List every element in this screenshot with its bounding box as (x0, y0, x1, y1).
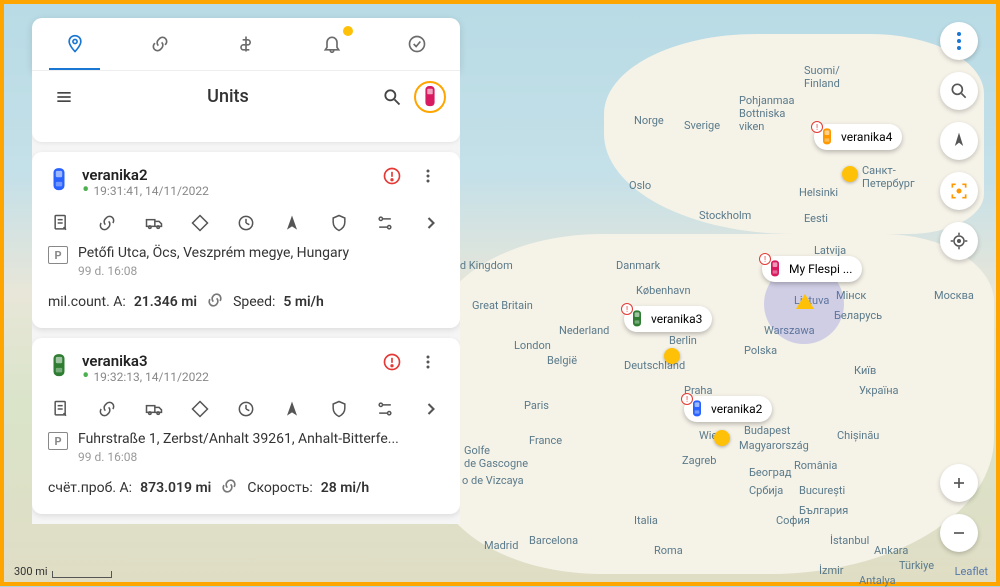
tab-status[interactable] (374, 18, 460, 70)
alert-badge-icon: ! (621, 303, 633, 315)
point-marker (842, 166, 858, 182)
zoom-out-button[interactable] (940, 514, 978, 552)
marker-label: veranika3 (651, 312, 702, 326)
settings-icon[interactable] (374, 398, 396, 420)
action-row (48, 398, 444, 420)
tab-tracking[interactable] (32, 18, 118, 70)
report-icon[interactable] (50, 212, 72, 234)
point-marker (714, 430, 730, 446)
link-icon (219, 476, 239, 500)
unit-card[interactable]: veranika3 19:32:13, 14/11/2022 P Fuhrstr… (32, 338, 460, 514)
stat-label: счёт.проб. A: (48, 480, 132, 496)
map-fit-button[interactable] (940, 172, 978, 210)
stat-label: Скорость: (247, 480, 312, 496)
tab-notifications[interactable] (289, 18, 375, 70)
map-unit-marker[interactable]: ! veranika3 (624, 306, 712, 332)
unit-duration: 99 d. 16:08 (78, 450, 399, 464)
marker-label: My Flespi ... (789, 262, 852, 276)
panel-title: Units (82, 86, 374, 107)
unit-address: Petőfi Utca, Öcs, Veszprém megye, Hungar… (78, 244, 349, 262)
map-controls-top (940, 22, 978, 260)
unit-card-partial (32, 122, 460, 142)
expand-icon[interactable] (420, 212, 442, 234)
stats-row: счёт.проб. A: 873.019 mi Скорость: 28 mi… (48, 476, 444, 500)
settings-icon[interactable] (374, 212, 396, 234)
sidebar: Units veranika2 19:31:41, 14/11/2022 P P… (32, 18, 460, 524)
unit-name: veranika2 (82, 166, 372, 184)
stat-label: mil.count. A: (48, 294, 126, 310)
report-icon[interactable] (50, 398, 72, 420)
shield-icon[interactable] (328, 398, 350, 420)
vehicle-icon (48, 166, 72, 198)
unit-name: veranika3 (82, 352, 372, 370)
stat-value: 873.019 mi (140, 480, 211, 496)
link-icon[interactable] (96, 398, 118, 420)
profile-avatar[interactable] (414, 81, 446, 113)
point-marker (664, 348, 680, 364)
map-unit-marker[interactable]: ! My Flespi ... (762, 256, 862, 282)
truck-icon[interactable] (143, 398, 165, 420)
stat-value: 28 mi/h (321, 480, 369, 496)
alert-icon[interactable] (382, 352, 402, 376)
map-controls-bottom (940, 464, 978, 552)
truck-icon[interactable] (143, 212, 165, 234)
vehicle-icon (48, 352, 72, 384)
fuel-icon[interactable] (235, 398, 257, 420)
unit-timestamp: 19:32:13, 14/11/2022 (82, 370, 372, 384)
shield-icon[interactable] (328, 212, 350, 234)
link-icon (205, 290, 225, 314)
map-menu-button[interactable] (940, 22, 978, 60)
parking-icon: P (48, 246, 68, 264)
stat-value: 21.346 mi (134, 294, 197, 310)
more-button[interactable] (412, 352, 444, 376)
alert-badge-icon: ! (681, 393, 693, 405)
expand-icon[interactable] (420, 398, 442, 420)
tab-bar (32, 18, 460, 70)
map-locate-button[interactable] (940, 222, 978, 260)
fuel-icon[interactable] (235, 212, 257, 234)
parking-icon: P (48, 432, 68, 450)
scale-label: 300 mi (14, 565, 48, 578)
alert-badge-icon: ! (811, 121, 823, 133)
unit-timestamp: 19:31:41, 14/11/2022 (82, 184, 372, 198)
map-place-label: Antalya (859, 574, 896, 587)
map-unit-marker[interactable]: ! veranika4 (814, 124, 902, 150)
navigate-icon[interactable] (281, 212, 303, 234)
navigate-icon[interactable] (281, 398, 303, 420)
link-icon[interactable] (96, 212, 118, 234)
zoom-in-button[interactable] (940, 464, 978, 502)
unit-list[interactable]: veranika2 19:31:41, 14/11/2022 P Petőfi … (32, 122, 460, 524)
route-icon[interactable] (189, 212, 211, 234)
stat-label: Speed: (233, 294, 275, 310)
route-icon[interactable] (189, 398, 211, 420)
menu-button[interactable] (46, 79, 82, 115)
stats-row: mil.count. A: 21.346 mi Speed: 5 mi/h (48, 290, 444, 314)
map-search-button[interactable] (940, 72, 978, 110)
marker-label: veranika2 (711, 402, 762, 416)
alert-icon[interactable] (382, 166, 402, 190)
unit-address: Fuhrstraße 1, Zerbst/Anhalt 39261, Anhal… (78, 430, 399, 448)
more-button[interactable] (412, 166, 444, 190)
map-place-label: Türkiye (899, 559, 934, 572)
tab-links[interactable] (118, 18, 204, 70)
geofence-marker (796, 294, 814, 309)
alert-badge-icon: ! (759, 253, 771, 265)
action-row (48, 212, 444, 234)
map-unit-marker[interactable]: ! veranika2 (684, 396, 772, 422)
stat-value: 5 mi/h (283, 294, 323, 310)
panel-header: Units (32, 70, 460, 122)
marker-label: veranika4 (841, 130, 892, 144)
unit-card[interactable]: veranika2 19:31:41, 14/11/2022 P Petőfi … (32, 152, 460, 328)
map-attribution: Leaflet (955, 565, 988, 578)
map-north-button[interactable] (940, 122, 978, 160)
map-scale: 300 mi (14, 565, 112, 578)
tab-billing[interactable] (203, 18, 289, 70)
unit-duration: 99 d. 16:08 (78, 264, 349, 278)
notification-dot-icon (343, 26, 353, 36)
search-button[interactable] (374, 79, 410, 115)
